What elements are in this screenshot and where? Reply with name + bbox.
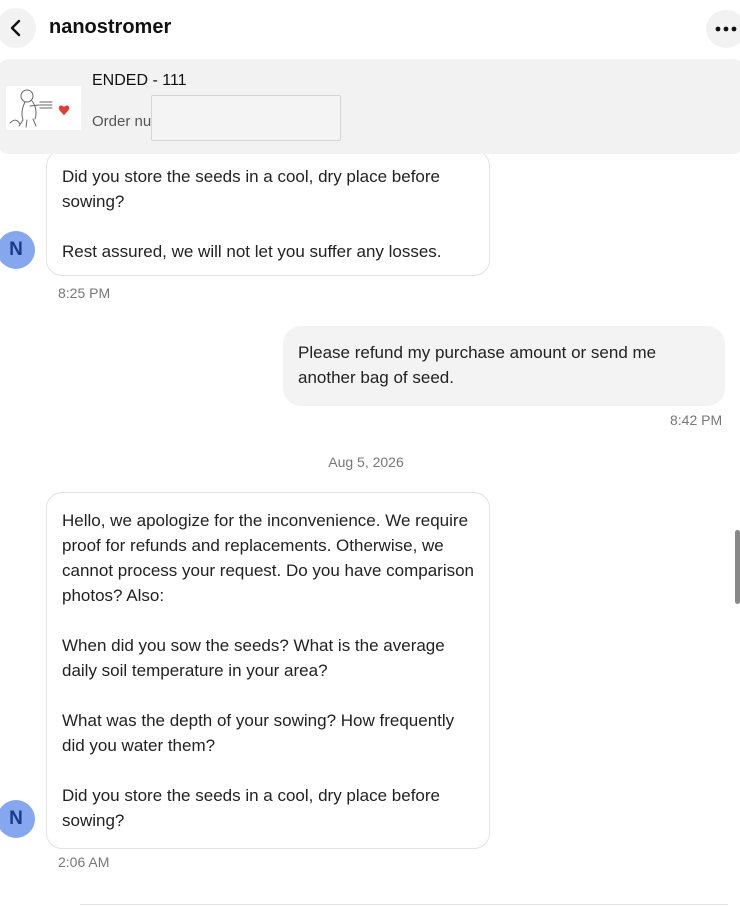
message-time: 8:42 PM <box>670 412 723 428</box>
order-status: ENDED - 111 <box>92 72 187 89</box>
order-number-label: Order nu <box>92 113 152 130</box>
chat-header: nanostromer <box>0 0 740 56</box>
message-time: 8:25 PM <box>58 285 111 301</box>
avatar[interactable]: N <box>0 800 35 838</box>
message-time: 2:06 AM <box>58 854 110 870</box>
message-text: What was the depth of your sowing? How f… <box>62 711 455 755</box>
chevron-left-icon <box>10 19 21 37</box>
date-separator: Aug 5, 2026 <box>328 454 404 470</box>
incoming-message: Hello, we apologize for the inconvenienc… <box>46 492 490 849</box>
scrollbar-thumb[interactable] <box>735 530 740 604</box>
more-options-button[interactable] <box>706 10 740 48</box>
chat-title: nanostromer <box>49 16 172 38</box>
incoming-message: Did you store the seeds in a cool, dry p… <box>46 150 490 276</box>
message-text: Please refund my purchase amount or send… <box>298 343 657 387</box>
back-button[interactable] <box>0 8 36 48</box>
message-text: When did you sow the seeds? What is the … <box>62 636 445 680</box>
more-icon <box>715 26 737 32</box>
message-text: Did you store the seeds in a cool, dry p… <box>62 167 440 211</box>
message-text: Rest assured, we will not let you suffer… <box>62 242 442 261</box>
order-card-overlay: ENDED - 111 Order nu <box>0 59 740 154</box>
message-text: Hello, we apologize for the inconvenienc… <box>62 511 475 605</box>
outgoing-message: Please refund my purchase amount or send… <box>283 326 725 406</box>
product-thumbnail <box>6 86 81 130</box>
avatar[interactable]: N <box>0 231 35 269</box>
product-doodle-image <box>9 89 70 128</box>
message-text: Did you store the seeds in a cool, dry p… <box>62 786 440 830</box>
order-number-field[interactable] <box>151 95 341 141</box>
